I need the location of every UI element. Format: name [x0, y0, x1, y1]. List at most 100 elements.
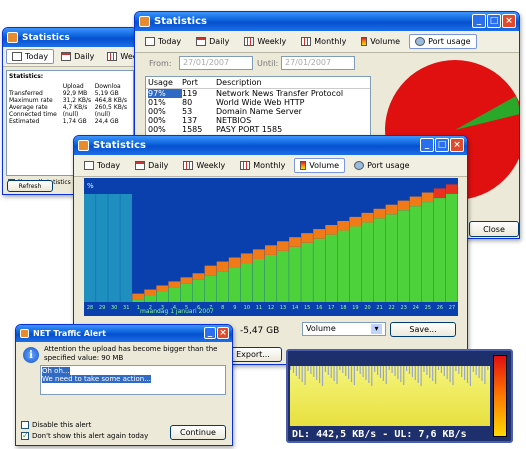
- title-bar[interactable]: Statistics _ □ ×: [135, 12, 519, 31]
- download-column: [240, 263, 253, 302]
- day-label: 21: [376, 305, 382, 311]
- meter-spike: [319, 366, 321, 383]
- from-date-field[interactable]: 27/01/2007: [179, 56, 253, 70]
- volume-icon: [361, 37, 368, 46]
- cell: Maximum rate: [9, 97, 53, 104]
- until-date-field[interactable]: 27/01/2007: [281, 56, 355, 70]
- day-label: 11: [256, 305, 262, 311]
- from-label: From:: [149, 59, 172, 68]
- checkbox-checked-icon[interactable]: ✓: [21, 432, 29, 440]
- close-icon[interactable]: ×: [217, 327, 229, 339]
- meter-spike: [382, 366, 384, 381]
- tab-today[interactable]: Today: [139, 34, 187, 49]
- maximize-icon[interactable]: □: [435, 138, 449, 152]
- tab-daily[interactable]: Daily: [55, 49, 100, 64]
- tab-monthly[interactable]: Monthly: [295, 34, 352, 49]
- upload-column: [180, 277, 193, 284]
- tab-port-usage[interactable]: Port usage: [409, 34, 477, 49]
- close-icon[interactable]: ×: [450, 138, 464, 152]
- text-line: Oh oh...: [42, 367, 70, 375]
- axis-top-label: %: [87, 182, 94, 190]
- tab-monthly[interactable]: Monthly: [234, 158, 291, 173]
- tab-daily[interactable]: Daily: [129, 158, 174, 173]
- table-row: Estimated 1,74 GB 24,4 GB: [9, 118, 131, 125]
- meter-spike: [440, 366, 442, 373]
- minimize-icon[interactable]: _: [420, 138, 434, 152]
- meter-spike: [400, 366, 402, 382]
- cell: 260,5 KB/s: [94, 104, 127, 111]
- traffic-meter-widget[interactable]: DL: 442,5 KB/s - UL: 7,6 KB/s: [286, 349, 513, 443]
- until-label: Until:: [257, 59, 279, 68]
- download-column: [252, 258, 265, 302]
- tab-weekly[interactable]: Weekly: [101, 49, 137, 64]
- list-row[interactable]: 00% 53 Domain Name Server: [146, 107, 370, 116]
- close-icon[interactable]: ×: [502, 14, 516, 28]
- tab-label: Today: [158, 37, 182, 46]
- download-column: [409, 206, 422, 302]
- cell: (null): [94, 111, 111, 118]
- list-row[interactable]: 97% 119 Network News Transfer Protocol: [146, 89, 370, 98]
- maximize-icon[interactable]: □: [487, 14, 501, 28]
- minimize-icon[interactable]: _: [204, 327, 216, 339]
- meter-spike: [385, 366, 387, 384]
- text-line: We need to take some action...: [42, 375, 151, 383]
- day-label: 12: [268, 305, 274, 311]
- download-column: [301, 242, 313, 302]
- meter-spike: [327, 366, 329, 375]
- continue-button[interactable]: Continue: [170, 425, 226, 440]
- close-button[interactable]: Close: [469, 221, 519, 237]
- meter-spike: [342, 366, 344, 373]
- section-title: Statistics:: [9, 73, 44, 80]
- list-row[interactable]: 01% 80 World Wide Web HTTP: [146, 98, 370, 107]
- download-column: [108, 194, 120, 302]
- download-column: [277, 250, 289, 302]
- app-icon: [78, 140, 89, 151]
- meter-spike: [379, 366, 382, 378]
- tab-daily[interactable]: Daily: [190, 34, 235, 49]
- tab-label: Monthly: [314, 37, 347, 46]
- meter-spike: [414, 366, 416, 380]
- tab-weekly[interactable]: Weekly: [177, 158, 231, 173]
- cell: 464,8 KB/s: [94, 97, 127, 104]
- dont-show-checkbox[interactable]: ✓ Don't show this alert again today: [21, 432, 148, 440]
- tab-weekly[interactable]: Weekly: [238, 34, 292, 49]
- meter-spike: [417, 366, 419, 383]
- title-bar[interactable]: Statistics: [3, 28, 137, 47]
- meter-spike: [348, 366, 350, 379]
- upload-column: [349, 216, 362, 227]
- title-bar[interactable]: Statistics _ □ ×: [74, 136, 467, 155]
- tab-volume[interactable]: Volume: [294, 158, 346, 173]
- port-list[interactable]: Usage Port Description 97% 119 Network New…: [145, 76, 371, 136]
- upload-column: [156, 285, 169, 292]
- checkbox-box[interactable]: [21, 421, 29, 429]
- week-icon: [244, 37, 255, 46]
- tab-today[interactable]: Today: [6, 49, 55, 64]
- meter-spike: [455, 366, 457, 371]
- upload-column: [228, 257, 241, 268]
- list-row[interactable]: 00% 137 NETBIOS: [146, 116, 370, 125]
- meter-spike: [481, 366, 483, 381]
- meter-spike: [458, 366, 460, 374]
- meter-graph: [290, 366, 490, 426]
- mode-select[interactable]: Volume ▾: [302, 322, 386, 336]
- tab-volume[interactable]: Volume: [355, 34, 406, 49]
- minimize-icon[interactable]: _: [472, 14, 486, 28]
- list-row[interactable]: 00% 1585 PASY PORT 1585: [146, 125, 370, 134]
- refresh-button[interactable]: Refresh: [7, 180, 53, 192]
- meter-spike: [391, 366, 393, 373]
- alert-text-area[interactable]: Oh oh... We need to take some action...: [40, 365, 226, 395]
- disable-alert-checkbox[interactable]: Disable this alert: [21, 421, 91, 429]
- meter-spike: [316, 366, 318, 380]
- tab-label: Today: [97, 161, 121, 170]
- meter-spike: [461, 366, 463, 377]
- tab-today[interactable]: Today: [78, 158, 126, 173]
- volume-icon: [300, 161, 307, 170]
- title-bar[interactable]: NET Traffic Alert _ ×: [16, 325, 232, 342]
- save-button[interactable]: Save...: [390, 322, 456, 337]
- window-title: Statistics: [22, 32, 70, 43]
- checkbox-label: Disable this alert: [32, 421, 92, 429]
- tab-port-usage[interactable]: Port usage: [348, 158, 416, 173]
- meter-spike: [469, 366, 471, 386]
- meter-spike: [475, 366, 477, 375]
- day-label: 30: [111, 305, 117, 311]
